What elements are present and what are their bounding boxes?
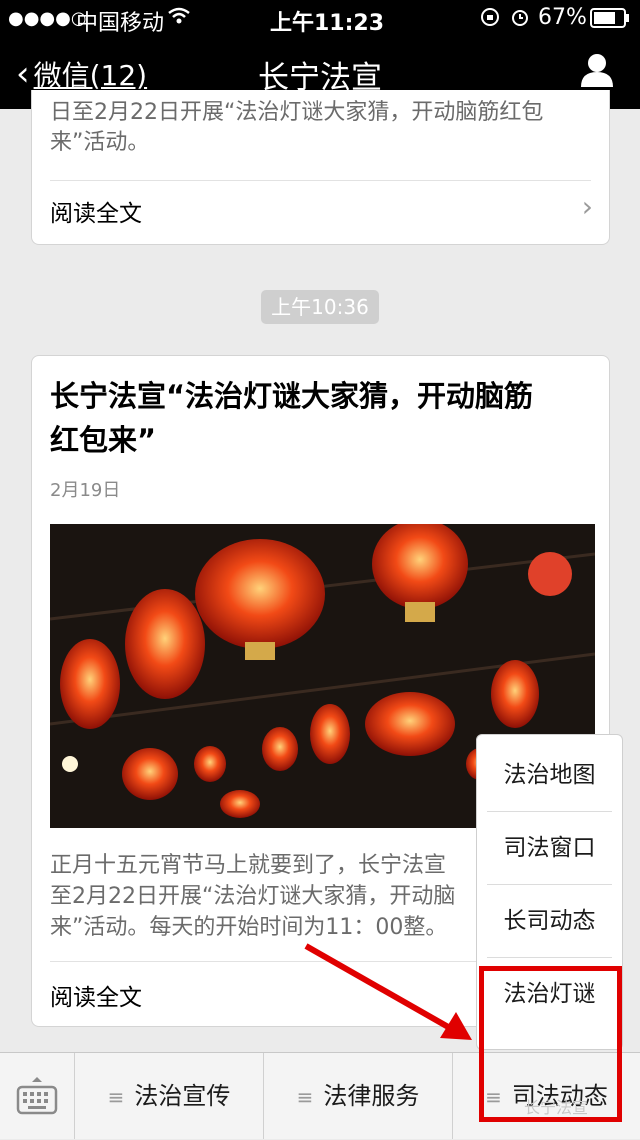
keyboard-icon [16,1077,58,1115]
article-date: 2月19日 [50,480,121,501]
person-icon [581,54,613,87]
chevron-right-icon: › [581,190,593,223]
article-excerpt: 正月十五元宵节马上就要到了，长宁法宣 至2月22日开展“法治灯谜大家猜，开动脑 … [50,853,456,940]
menu-lines-icon: ≡ [296,1085,314,1109]
article-excerpt: 日至2月22日开展“法治灯谜大家猜，开动脑筋红包 来”活动。 [50,100,544,155]
status-time: 上午11:23 [270,11,385,36]
divider [50,180,591,181]
annotation-arrow-icon [304,943,472,1040]
article-card-previous[interactable]: 日至2月22日开展“法治灯谜大家猜，开动脑筋红包 来”活动。 阅读全文 › [31,90,610,245]
menu-label: 法律服务 [323,1082,420,1110]
signal-strength: ●●●●○ [8,8,87,29]
submenu-item-justice-window[interactable]: 司法窗口 [477,812,622,884]
rotation-lock-icon [480,7,500,33]
carrier-name: 中国移动 [76,11,165,36]
wifi-icon [168,6,190,31]
read-more-link[interactable]: 阅读全文 [50,978,142,1012]
submenu-item-law-map[interactable]: 法治地图 [477,739,622,811]
submenu-item-bureau-news[interactable]: 长司动态 [477,885,622,957]
alarm-icon [510,7,530,33]
watermark: 长宁法宣 [524,1098,589,1117]
time-badge: 上午10:36 [261,290,379,324]
menu-law-promotion[interactable]: ≡ 法治宣传 [75,1053,264,1139]
keyboard-toggle-button[interactable] [0,1053,75,1139]
menu-lines-icon: ≡ [107,1085,125,1109]
menu-label: 法治宣传 [134,1082,231,1110]
read-more-link[interactable]: 阅读全文 [50,194,142,228]
status-bar: ●●●●○ 中国移动 上午11:23 67% [0,0,640,36]
menu-legal-services[interactable]: ≡ 法律服务 [264,1053,453,1139]
article-title: 长宁法宣“法治灯谜大家猜，开动脑筋 红包来” [50,379,534,457]
profile-button[interactable] [580,52,614,88]
battery-percent: 67% [538,5,587,30]
battery-icon [590,8,630,34]
